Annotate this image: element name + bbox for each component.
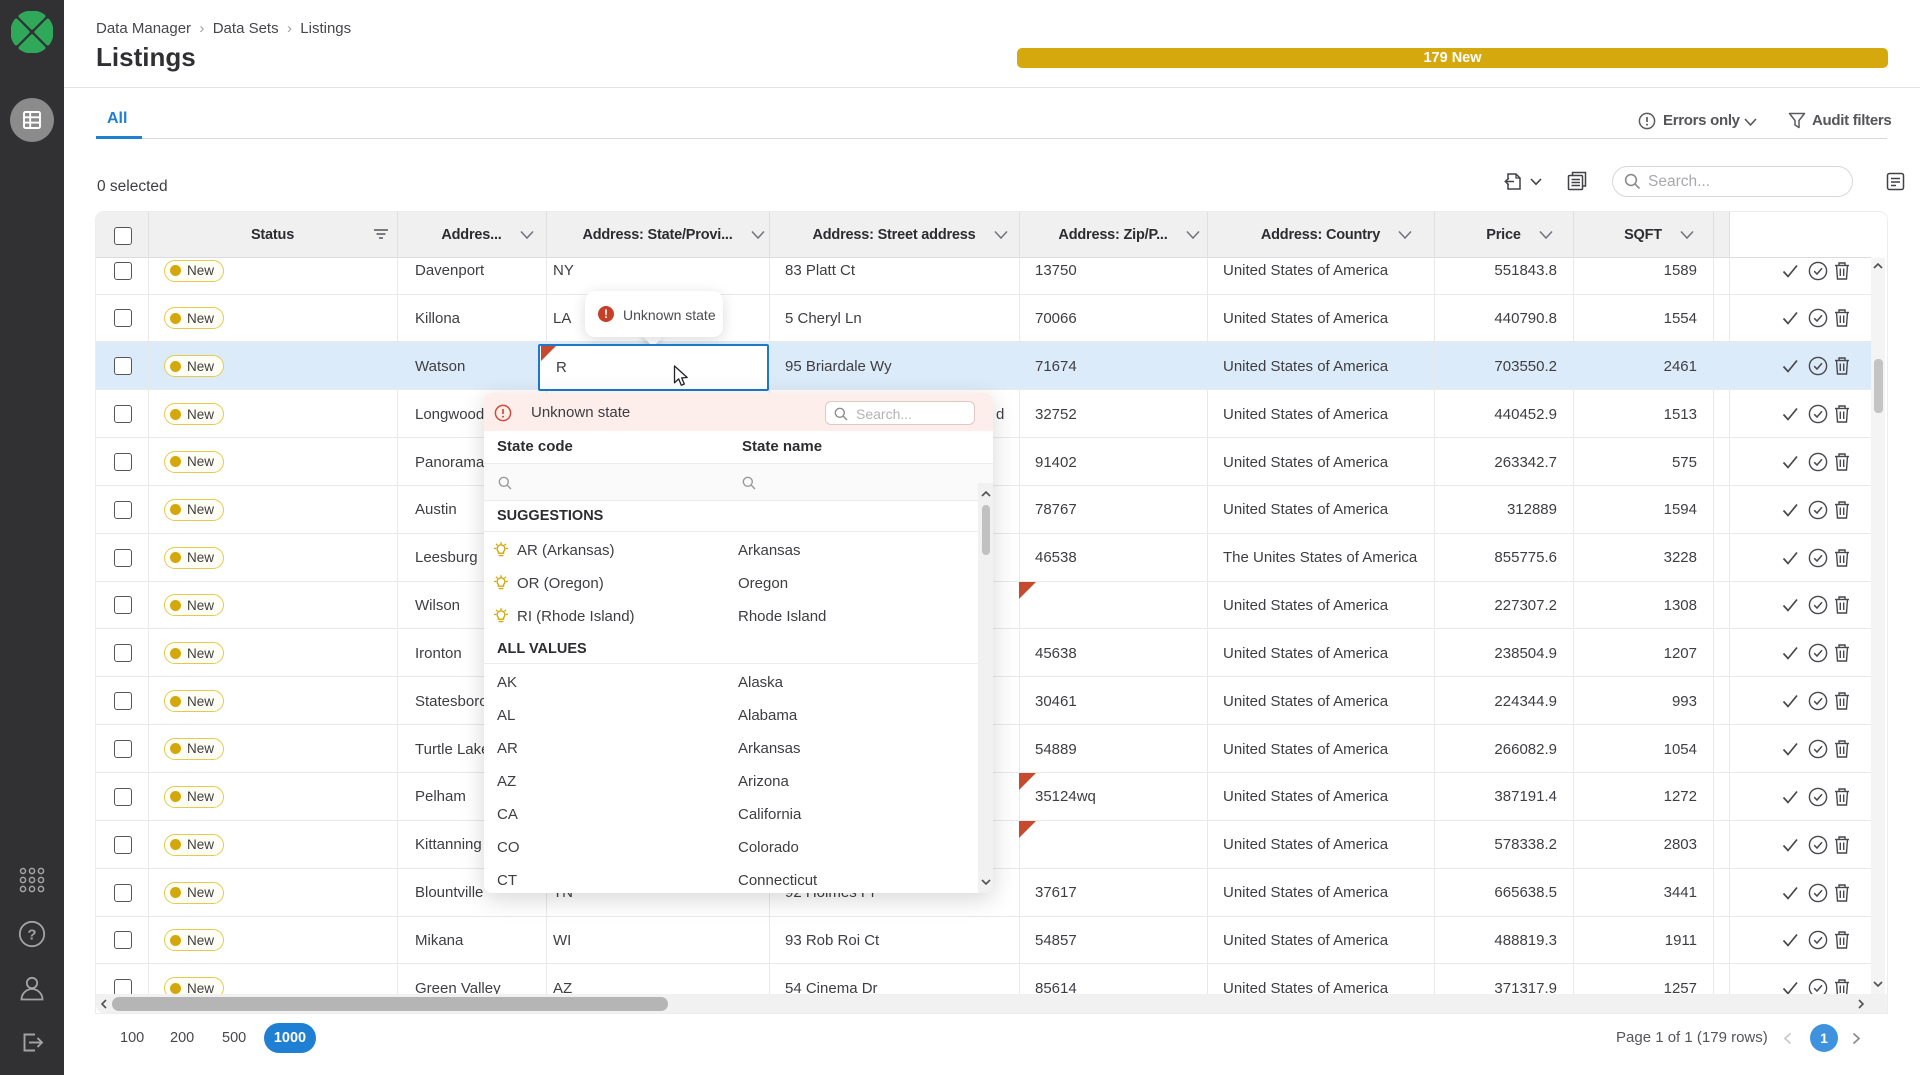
svg-text:?: ? [27,926,36,943]
